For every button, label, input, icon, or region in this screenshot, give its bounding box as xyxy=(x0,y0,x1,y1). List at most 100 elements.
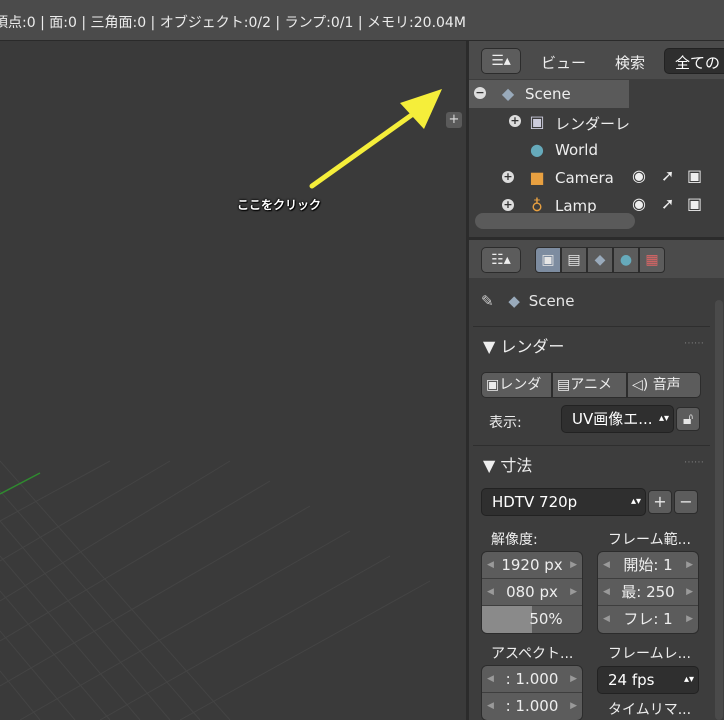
animation-button[interactable]: ▤アニメ xyxy=(552,372,627,398)
frame-rate-value: 24 fps xyxy=(608,671,655,689)
field-value: : 1.000 xyxy=(505,670,559,688)
viewport-grid xyxy=(0,89,442,720)
aspect-x-field[interactable]: ◀: 1.000 ▶ xyxy=(482,666,582,693)
aspect-fields: ◀: 1.000 ▶ ◀: 1.000 ▶ xyxy=(481,665,583,720)
frame-start-field[interactable]: ◀ 開始: 1 ▶ xyxy=(598,552,698,579)
frame-rate-label: フレームレ... xyxy=(608,646,691,662)
row-label: World xyxy=(555,141,598,159)
speaker-icon: ◁) xyxy=(632,377,649,393)
outliner-icon: ☰▴ xyxy=(491,53,511,69)
render-layers-icon: ▣ xyxy=(529,112,545,131)
outliner-row-render-layers[interactable]: + ▣ レンダーレ xyxy=(469,108,724,136)
menu-view[interactable]: ビュー xyxy=(541,52,586,73)
resolution-label: 解像度: xyxy=(491,532,538,548)
updown-arrows-icon: ▴▾ xyxy=(630,496,641,507)
divider xyxy=(473,326,710,327)
outliner-editor: ☰▴ ビュー 検索 全ての − ◆ Scene + ▣ レンダーレ ● Worl… xyxy=(469,41,724,237)
expand-icon[interactable]: + xyxy=(509,115,521,127)
eye-icon[interactable]: ◉ xyxy=(632,194,646,213)
collapse-triangle-icon: ▼ xyxy=(483,337,496,356)
render-button[interactable]: ▣レンダ xyxy=(481,372,552,398)
outliner-scrollbar[interactable] xyxy=(475,213,635,229)
add-preset-icon[interactable]: + xyxy=(648,490,672,514)
frame-step-field[interactable]: ◀ フレ: 1 ▶ xyxy=(598,606,698,633)
render-camera-icon[interactable]: ▣ xyxy=(687,194,702,213)
lock-icon[interactable]: 🔓︎ xyxy=(676,407,700,431)
display-label: 表示: xyxy=(489,415,522,431)
drag-grip-icon[interactable]: ⋯⋯ xyxy=(684,338,704,349)
row-label: Camera xyxy=(555,169,614,187)
outliner-row-camera[interactable]: + ■ Camera ◉ ➚ ▣ xyxy=(469,164,724,192)
render-layers-context-icon[interactable]: ▤ xyxy=(561,247,587,273)
camera-icon: ▣ xyxy=(486,377,500,393)
preset-value: HDTV 720p xyxy=(492,493,578,511)
collapse-triangle-icon: ▼ xyxy=(483,456,496,475)
resolution-y-field[interactable]: ◀ 080 px ▶ xyxy=(482,579,582,606)
expand-icon[interactable]: + xyxy=(502,199,514,211)
area-split-plus-icon[interactable]: + xyxy=(446,112,462,128)
render-context-icon[interactable]: ▣ xyxy=(535,247,561,273)
updown-arrows-icon: ▴▾ xyxy=(658,413,669,424)
field-value: 開始: 1 xyxy=(623,556,673,574)
status-bar: 頂点:0 | 面:0 | 三角面:0 | オブジェクト:0/2 | ランプ:0/… xyxy=(0,0,724,41)
cursor-icon[interactable]: ➚ xyxy=(661,166,674,185)
menu-search[interactable]: 検索 xyxy=(615,52,645,73)
resolution-percentage-slider[interactable]: 50% xyxy=(482,606,582,633)
field-value: 最: 250 xyxy=(621,583,675,601)
render-camera-icon[interactable]: ▣ xyxy=(687,166,702,185)
annotation-arrow xyxy=(309,89,442,189)
expand-icon[interactable]: + xyxy=(502,171,514,183)
slider-fill xyxy=(482,606,532,633)
3d-viewport[interactable]: + xyxy=(0,41,466,720)
scene-context-icon[interactable]: ◆ xyxy=(587,247,613,273)
frame-range-fields: ◀ 開始: 1 ▶ ◀ 最: 250 ▶ ◀ フレ: 1 ▶ xyxy=(597,551,699,634)
row-label: レンダーレ xyxy=(555,115,631,133)
x-axis-line xyxy=(0,472,41,495)
audio-button[interactable]: ◁) 音声 xyxy=(627,372,701,398)
frame-rate-select[interactable]: 24 fps ▴▾ xyxy=(597,666,699,694)
properties-header: ☷▴ ▣ ▤ ◆ ● ▦ xyxy=(469,240,724,278)
world-context-icon[interactable]: ● xyxy=(613,247,639,273)
properties-scrollbar[interactable] xyxy=(715,300,723,720)
frame-range-label: フレーム範... xyxy=(608,532,691,548)
clapper-icon: ▤ xyxy=(557,377,571,393)
resolution-x-field[interactable]: ◀ 1920 px ▶ xyxy=(482,552,582,579)
scene-icon: ◆ xyxy=(508,292,520,310)
editor-type-button[interactable]: ☷▴ xyxy=(481,247,521,273)
panel-header-render[interactable]: ▼ レンダー ⋯⋯ xyxy=(475,328,710,358)
aspect-y-field[interactable]: ◀: 1.000 ▶ xyxy=(482,693,582,720)
panel-title: レンダー xyxy=(500,337,565,356)
eye-icon[interactable]: ◉ xyxy=(632,166,646,185)
outliner-row-world[interactable]: ● World xyxy=(469,136,724,164)
button-label: アニメ xyxy=(570,377,612,393)
pin-icon[interactable]: ✎ xyxy=(481,292,494,310)
aspect-label: アスペクト... xyxy=(491,646,574,662)
annotation-text: ここをクリック xyxy=(237,198,322,212)
frame-end-field[interactable]: ◀ 最: 250 ▶ xyxy=(598,579,698,606)
outliner-header: ☰▴ ビュー 検索 全ての xyxy=(469,41,724,79)
button-label: レンダ xyxy=(499,377,542,393)
preset-select[interactable]: HDTV 720p ▴▾ xyxy=(481,488,646,516)
properties-editor: ☷▴ ▣ ▤ ◆ ● ▦ ✎ ◆ Scene ▼ レンダー ⋯⋯ ▣レンダ ▤ア… xyxy=(469,240,724,720)
editor-type-button[interactable]: ☰▴ xyxy=(481,48,521,74)
display-mode-select[interactable]: 全ての xyxy=(664,48,724,74)
camera-icon: ■ xyxy=(529,168,545,187)
texture-context-icon[interactable]: ▦ xyxy=(639,247,665,273)
field-value: 50% xyxy=(529,610,563,628)
scene-icon: ◆ xyxy=(501,84,515,103)
outliner-row-scene[interactable]: − ◆ Scene xyxy=(469,80,629,108)
display-select[interactable]: UV画像エ... ▴▾ xyxy=(561,405,674,433)
updown-arrows-icon: ▴▾ xyxy=(683,674,694,685)
field-value: フレ: 1 xyxy=(623,610,673,628)
drag-grip-icon[interactable]: ⋯⋯ xyxy=(684,457,704,468)
scene-statistics: 頂点:0 | 面:0 | 三角面:0 | オブジェクト:0/2 | ランプ:0/… xyxy=(0,15,466,31)
field-value: : 1.000 xyxy=(505,697,559,715)
world-icon: ● xyxy=(530,140,544,159)
remove-preset-icon[interactable]: − xyxy=(674,490,698,514)
resolution-fields: ◀ 1920 px ▶ ◀ 080 px ▶ 50% xyxy=(481,551,583,634)
cursor-icon[interactable]: ➚ xyxy=(661,194,674,213)
button-label: 音声 xyxy=(652,377,681,393)
panel-header-dimensions[interactable]: ▼ 寸法 ⋯⋯ xyxy=(475,447,710,477)
panel-title: 寸法 xyxy=(500,456,533,475)
collapse-icon[interactable]: − xyxy=(474,87,486,99)
